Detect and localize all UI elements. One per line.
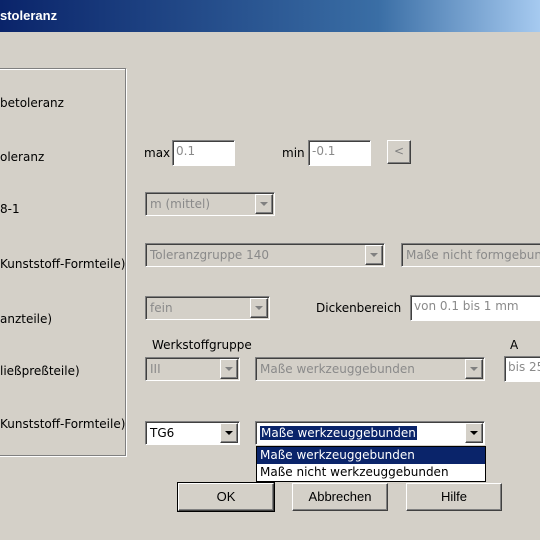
ok-button[interactable]: OK — [177, 482, 275, 512]
chevron-left-icon: < — [393, 144, 405, 158]
tg-combo[interactable]: TG6 — [145, 421, 240, 445]
chevron-down-icon[interactable] — [255, 194, 273, 214]
min-field[interactable]: -0.1 — [308, 140, 371, 166]
dimension-type-combo-2[interactable]: Maße werkzeuggebunden — [255, 357, 485, 381]
chevron-down-icon[interactable] — [465, 423, 483, 443]
radio-label-2[interactable]: oleranz — [0, 150, 44, 164]
max-field[interactable]: 0.1 — [172, 140, 235, 166]
arrow-left-button[interactable]: < — [387, 140, 411, 164]
radio-label-5[interactable]: anzteile) — [0, 312, 52, 326]
min-label: min — [282, 146, 305, 160]
a-label: A — [510, 338, 519, 352]
help-button[interactable]: Hilfe — [406, 483, 502, 511]
chevron-down-icon[interactable] — [465, 359, 483, 379]
radio-label-3[interactable]: 8-1 — [0, 202, 20, 216]
dropdown-option[interactable]: Maße nicht werkzeuggebunden — [257, 464, 485, 481]
dropdown-option[interactable]: Maße werkzeuggebunden — [257, 447, 485, 464]
radio-label-4[interactable]: Kunststoff-Formteile) — [0, 257, 125, 271]
cancel-button[interactable]: Abbrechen — [292, 483, 388, 511]
window-title: stoleranz — [0, 8, 58, 23]
title-bar[interactable] — [0, 0, 540, 32]
chevron-down-icon[interactable] — [220, 423, 238, 443]
precision-combo[interactable]: fein — [145, 296, 270, 320]
thickness-field[interactable]: von 0.1 bis 1 mm — [410, 295, 540, 321]
dimension-type-combo-1[interactable]: Maße nicht formgebun — [401, 243, 540, 267]
radio-label-1[interactable]: betoleranz — [0, 96, 64, 110]
range-field[interactable]: bis 25 — [504, 356, 540, 382]
radio-label-6[interactable]: ließpreßteile) — [0, 364, 80, 378]
iso-class-combo[interactable]: m (mittel) — [145, 192, 275, 216]
dimension-type-dropdown-list: Maße werkzeuggebunden Maße nicht werkzeu… — [256, 446, 486, 482]
material-group-label: Werkstoffgruppe — [152, 338, 252, 352]
radio-label-7[interactable]: Kunststoff-Formteile) — [0, 417, 125, 431]
chevron-down-icon[interactable] — [220, 359, 238, 379]
chevron-down-icon[interactable] — [250, 298, 268, 318]
material-group-combo[interactable]: III — [145, 357, 240, 381]
tg-dimension-type-combo[interactable]: Maße werkzeuggebunden — [255, 421, 485, 445]
tolerance-group-combo[interactable]: Toleranzgruppe 140 — [145, 243, 385, 267]
chevron-down-icon[interactable] — [365, 245, 383, 265]
thickness-label: Dickenbereich — [316, 301, 402, 315]
max-label: max — [144, 146, 171, 160]
